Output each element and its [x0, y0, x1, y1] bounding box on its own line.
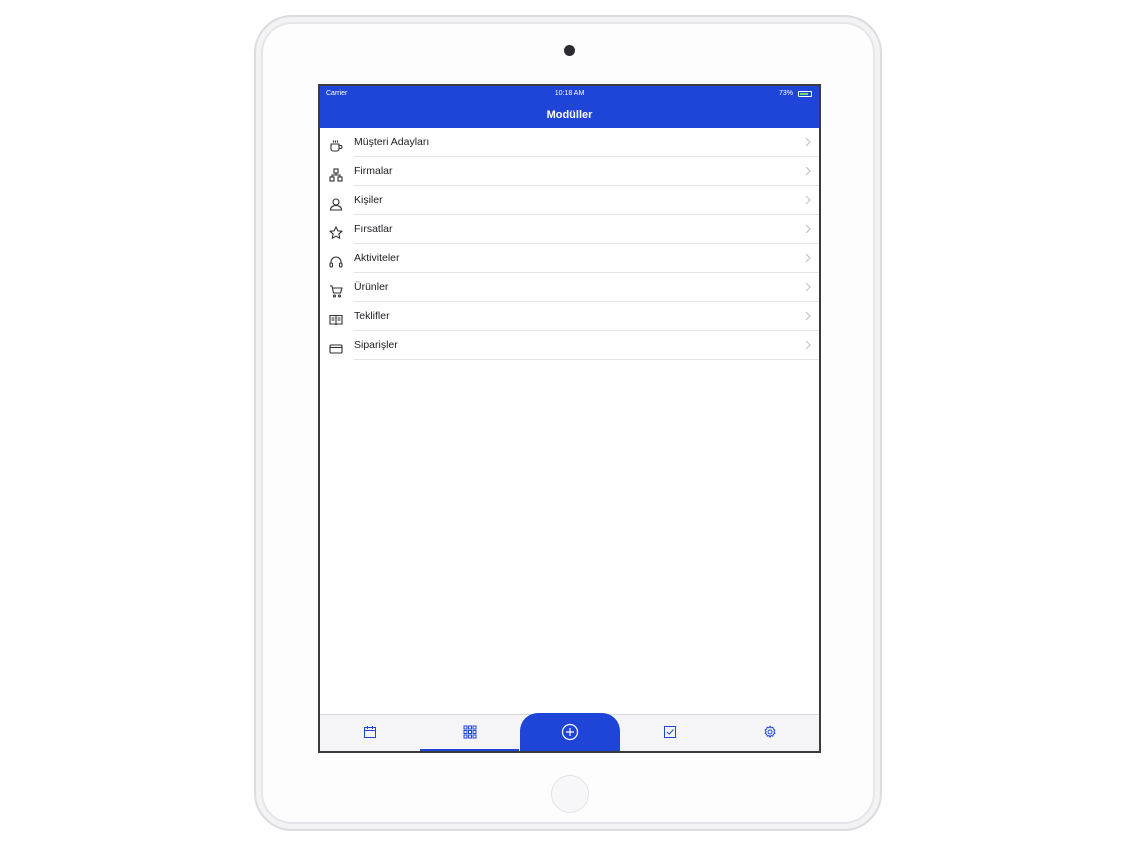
credit-card-icon — [329, 338, 343, 354]
app-screen: Carrier 10:18 AM 73% Modüller Müşteri Ad… — [320, 86, 819, 751]
modules-list: Müşteri Adayları Firmalar Kişiler Fırsat… — [320, 128, 819, 360]
chevron-right-icon — [805, 282, 811, 292]
chevron-right-icon — [805, 224, 811, 234]
list-item-label: Kişiler — [354, 194, 383, 206]
chevron-right-icon — [805, 340, 811, 350]
list-item-orders[interactable]: Siparişler — [329, 331, 819, 360]
cup-icon — [329, 135, 343, 152]
grid-icon — [463, 725, 477, 739]
home-button[interactable] — [551, 775, 589, 813]
list-item-products[interactable]: Ürünler — [330, 273, 819, 302]
nav-bar: Modüller — [320, 102, 819, 128]
book-icon — [329, 309, 343, 326]
status-time: 10:18 AM — [554, 90, 585, 97]
list-item-contacts[interactable]: Kişiler — [329, 186, 819, 215]
list-item-label: Fırsatlar — [354, 223, 393, 235]
tab-modules[interactable] — [420, 715, 519, 751]
org-chart-icon — [329, 164, 343, 182]
list-item-quotes[interactable]: Teklifler — [329, 302, 819, 331]
list-item-opportunities[interactable]: Fırsatlar — [328, 215, 819, 244]
list-item-label: Siparişler — [354, 339, 398, 351]
chevron-right-icon — [805, 253, 811, 263]
camera — [564, 45, 575, 56]
list-item-companies[interactable]: Firmalar — [329, 157, 819, 186]
status-bar: Carrier 10:18 AM 73% — [320, 86, 819, 102]
status-battery: 73% — [778, 90, 793, 97]
list-item-label: Ürünler — [354, 281, 389, 293]
list-item-label: Müşteri Adayları — [354, 136, 430, 148]
tab-tasks[interactable] — [620, 715, 719, 751]
checkbox-icon — [664, 726, 676, 738]
list-item-label: Aktiviteler — [354, 252, 400, 264]
cart-icon — [329, 280, 343, 298]
chevron-right-icon — [805, 166, 811, 176]
page-title: Modüller — [546, 109, 593, 121]
list-item-activities[interactable]: Aktiviteler — [329, 244, 819, 273]
headset-icon — [329, 251, 343, 268]
tab-bar — [320, 713, 819, 751]
tab-settings[interactable] — [720, 715, 819, 751]
list-item-leads[interactable]: Müşteri Adayları — [330, 128, 819, 157]
battery-icon — [798, 91, 812, 97]
list-item-label: Firmalar — [354, 165, 393, 177]
star-icon — [328, 222, 344, 240]
chevron-right-icon — [805, 137, 811, 147]
settings-icon — [764, 725, 776, 739]
chevron-right-icon — [805, 195, 811, 205]
chevron-right-icon — [805, 311, 811, 321]
calendar-icon — [364, 726, 376, 738]
device-screen: Carrier 10:18 AM 73% Modüller Müşteri Ad… — [318, 84, 821, 753]
tab-add-button[interactable] — [520, 713, 620, 751]
list-item-label: Teklifler — [354, 310, 390, 322]
tab-calendar[interactable] — [320, 715, 419, 751]
add-circle-icon — [561, 723, 579, 741]
contacts-icon — [329, 193, 343, 211]
